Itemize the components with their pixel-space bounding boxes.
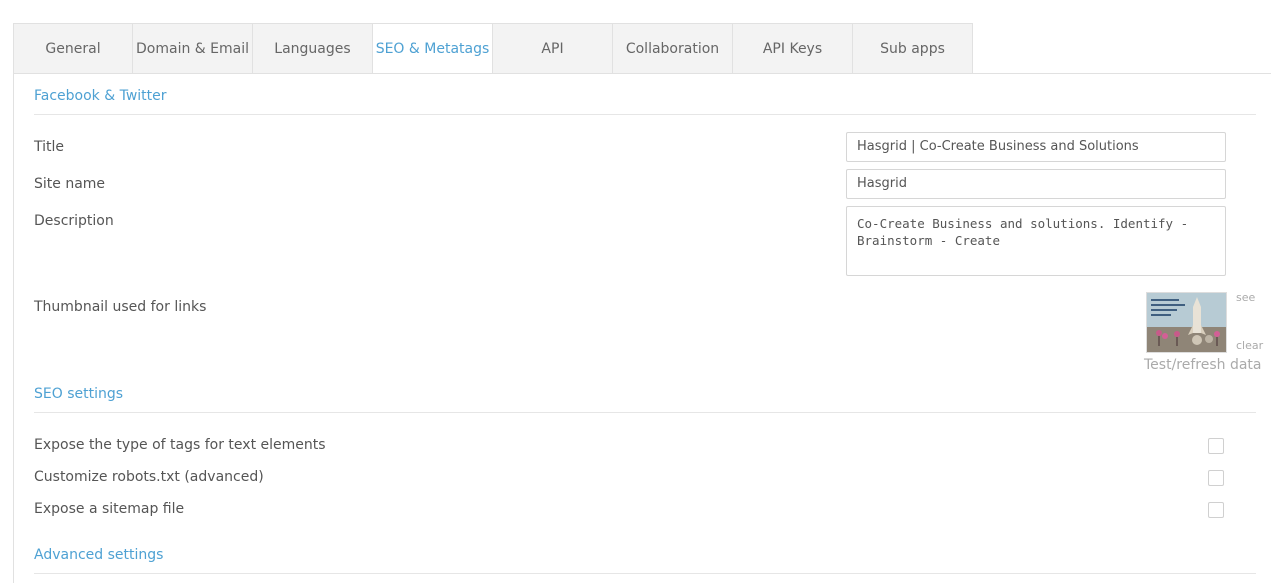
advanced-settings-heading[interactable]: Advanced settings: [34, 547, 163, 563]
expose-tag-types-checkbox[interactable]: [1208, 438, 1224, 454]
see-link[interactable]: see: [1236, 291, 1255, 304]
tab-collaboration[interactable]: Collaboration: [613, 23, 733, 74]
customize-robots-checkbox[interactable]: [1208, 470, 1224, 486]
expose-sitemap-checkbox[interactable]: [1208, 502, 1224, 518]
description-label: Description: [34, 213, 114, 229]
section-divider: [34, 114, 1256, 115]
settings-tabs: General Domain & Email Languages SEO & M…: [13, 23, 973, 74]
tab-api[interactable]: API: [493, 23, 613, 74]
tab-domain-email[interactable]: Domain & Email: [133, 23, 253, 74]
test-refresh-link[interactable]: Test/refresh data: [1144, 357, 1262, 373]
expose-tag-types-label: Expose the type of tags for text element…: [34, 437, 326, 453]
description-textarea[interactable]: Co-Create Business and solutions. Identi…: [846, 206, 1226, 276]
thumbnail-label: Thumbnail used for links: [34, 299, 207, 315]
clear-link[interactable]: clear: [1236, 339, 1263, 352]
section-divider: [34, 573, 1256, 574]
customize-robots-label: Customize robots.txt (advanced): [34, 469, 264, 485]
tab-languages[interactable]: Languages: [253, 23, 373, 74]
title-input[interactable]: Hasgrid | Co-Create Business and Solutio…: [846, 132, 1226, 162]
seo-settings-heading: SEO settings: [34, 386, 124, 402]
tab-seo-metatags[interactable]: SEO & Metatags: [373, 23, 493, 74]
panel-left-border: [13, 73, 14, 583]
tab-api-keys[interactable]: API Keys: [733, 23, 853, 74]
thumbnail-image[interactable]: [1146, 292, 1227, 353]
site-name-input[interactable]: Hasgrid: [846, 169, 1226, 199]
site-name-label: Site name: [34, 176, 106, 192]
title-label: Title: [34, 139, 65, 155]
section-divider: [34, 412, 1256, 413]
tab-general[interactable]: General: [13, 23, 133, 74]
expose-sitemap-label: Expose a sitemap file: [34, 501, 185, 517]
facebook-twitter-heading: Facebook & Twitter: [34, 88, 167, 104]
tab-sub-apps[interactable]: Sub apps: [853, 23, 973, 74]
panel-top-border: [13, 73, 1271, 74]
thumbnail-picture: [1147, 293, 1226, 352]
